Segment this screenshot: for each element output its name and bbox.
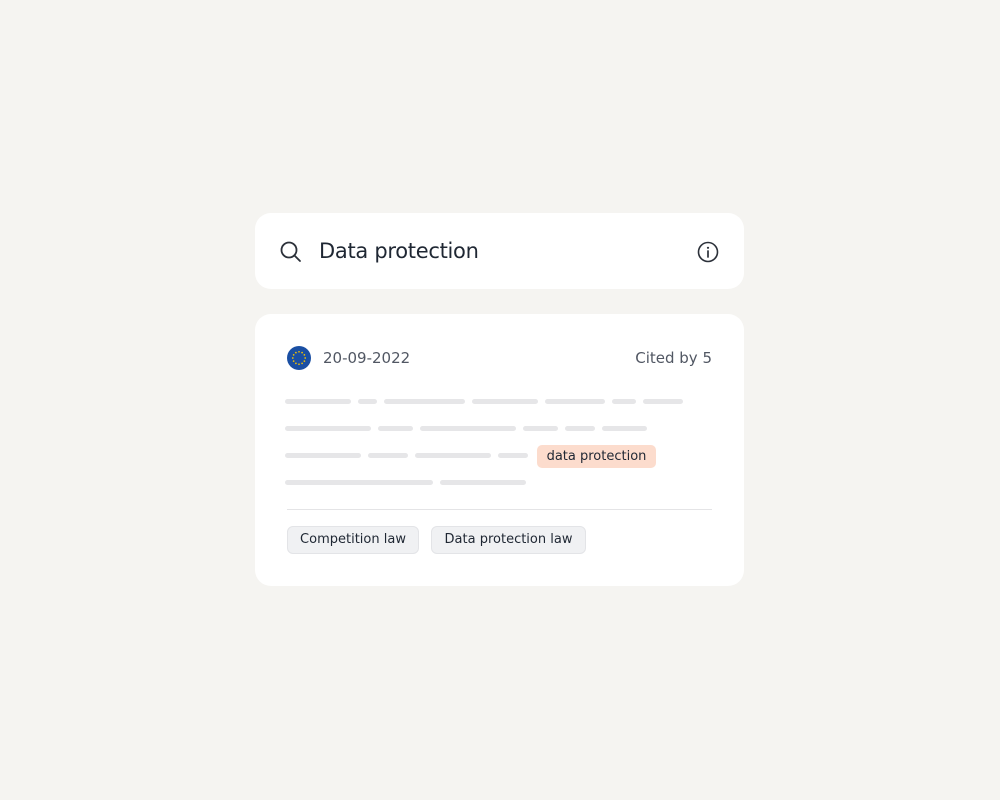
divider xyxy=(287,509,712,510)
skeleton-text-line xyxy=(415,453,491,458)
eu-star xyxy=(295,351,297,354)
skeleton-text-line xyxy=(545,399,605,404)
skeleton-text-line xyxy=(285,399,351,404)
skeleton-text-line xyxy=(285,426,371,431)
skeleton-text-line xyxy=(285,453,361,458)
eu-star xyxy=(292,354,295,356)
cited-by-count[interactable]: Cited by 5 xyxy=(635,348,712,368)
search-input[interactable] xyxy=(319,233,679,269)
skeleton-text-line xyxy=(384,399,465,404)
eu-star xyxy=(301,351,303,354)
tag-competition-law[interactable]: Competition law xyxy=(287,526,419,554)
skeleton-text-line xyxy=(565,426,595,431)
search-icon xyxy=(280,241,301,262)
eu-flag-icon xyxy=(287,346,311,370)
eu-star xyxy=(298,363,300,366)
skeleton-text-line xyxy=(602,426,647,431)
skeleton-text-line xyxy=(440,480,526,485)
eu-star xyxy=(295,362,297,365)
eu-star xyxy=(292,360,295,362)
result-card[interactable]: 20-09-2022 Cited by 5 data protection Co… xyxy=(255,314,744,586)
skeleton-text-line xyxy=(358,399,377,404)
eu-star xyxy=(291,357,294,359)
eu-star xyxy=(298,350,300,353)
eu-star xyxy=(303,360,306,362)
skeleton-text-line xyxy=(612,399,636,404)
skeleton-text-line xyxy=(285,480,433,485)
skeleton-text-line xyxy=(498,453,528,458)
eu-star xyxy=(303,354,306,356)
skeleton-text-line xyxy=(523,426,558,431)
eu-star xyxy=(304,357,307,359)
info-icon[interactable] xyxy=(696,240,720,264)
result-date: 20-09-2022 xyxy=(323,349,411,367)
search-box[interactable] xyxy=(255,213,744,289)
skeleton-text-line xyxy=(472,399,538,404)
search-term-highlight: data protection xyxy=(537,445,656,468)
skeleton-text-line xyxy=(643,399,683,404)
skeleton-text-line xyxy=(378,426,413,431)
skeleton-text-line xyxy=(420,426,516,431)
eu-star xyxy=(301,362,303,365)
tag-data-protection-law[interactable]: Data protection law xyxy=(431,526,586,554)
skeleton-text-line xyxy=(368,453,408,458)
